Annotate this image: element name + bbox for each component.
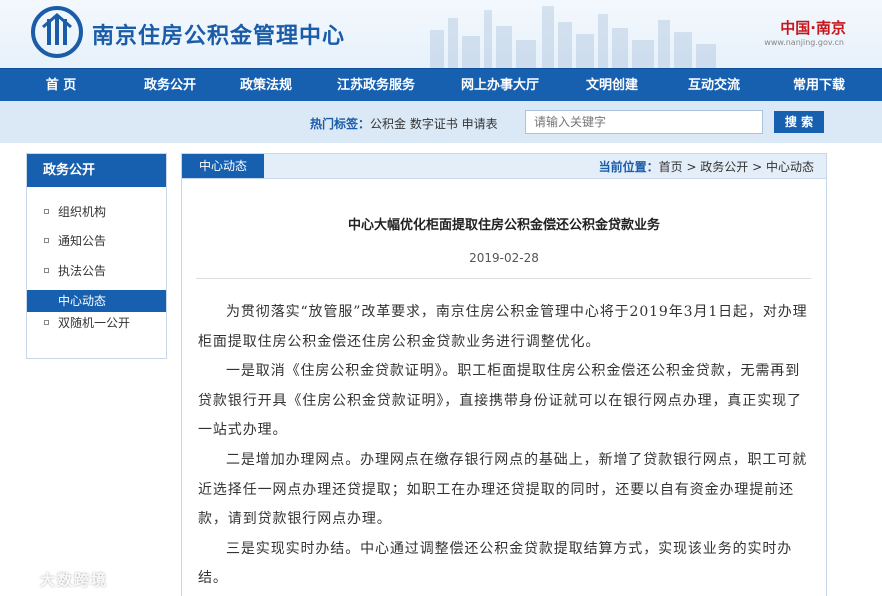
nav-item-online-hall[interactable]: 网上办事大厅 (438, 69, 562, 102)
sidebar-item-center-news[interactable]: 中心动态 (27, 290, 166, 312)
sidebar-item-label: 执法公告 (58, 264, 107, 278)
site-title: 南京住房公积金管理中心 (92, 24, 346, 49)
main-nav: 首 页 政务公开 政策法规 江苏政务服务 网上办事大厅 文明创建 互动交流 常用… (0, 68, 882, 102)
nav-item-interaction[interactable]: 互动交流 (662, 69, 766, 102)
sidebar-item-notices[interactable]: 通知公告 (27, 230, 166, 252)
hot-tags-label: 热门标签： (310, 117, 371, 131)
city-url: www.nanjing.gov.cn (764, 38, 844, 47)
sidebar-item-label: 通知公告 (58, 234, 107, 248)
sidebar-title: 政务公开 (27, 154, 166, 187)
sidebar-item-label: 组织机构 (58, 205, 107, 219)
hot-tags-links[interactable]: 公积金 数字证书 申请表 (370, 115, 498, 132)
sidebar-item-random-inspection[interactable]: 双随机一公开 (27, 312, 166, 334)
article-paragraph: 为贯彻落实“放管服”改革要求，南京住房公积金管理中心将于2019年3月1日起，对… (198, 304, 808, 350)
site-header: 南京住房公积金管理中心 中国·南京 www.nanjing.gov.cn (0, 0, 882, 68)
bullet-icon (44, 268, 49, 273)
breadcrumb-links[interactable]: 首页 > 政务公开 > 中心动态 (659, 160, 814, 174)
sidebar-item-label: 双随机一公开 (58, 316, 131, 330)
tab-center-news[interactable]: 中心动态 (182, 154, 264, 178)
search-bar: 热门标签： 公积金 数字证书 申请表 搜 索 (0, 101, 882, 143)
main-content: 中心动态 当前位置：首页 > 政务公开 > 中心动态 中心大幅优化柜面提取住房公… (181, 153, 827, 596)
sidebar: 政务公开 组织机构 通知公告 执法公告 中心动态 双随机一公开 (26, 153, 167, 359)
divider (196, 278, 811, 279)
breadcrumb-label: 当前位置： (598, 160, 659, 174)
article-date: 2019-02-28 (469, 251, 539, 265)
city-brand-logo[interactable]: 中国·南京 (780, 17, 846, 38)
bullet-icon (44, 320, 49, 325)
site-logo[interactable] (30, 5, 84, 59)
article-body: 为贯彻落实“放管服”改革要求，南京住房公积金管理中心将于2019年3月1日起，对… (198, 298, 812, 594)
nav-item-policies[interactable]: 政策法规 (218, 69, 314, 102)
nav-item-jiangsu-services[interactable]: 江苏政务服务 (314, 69, 438, 102)
sidebar-item-organization[interactable]: 组织机构 (27, 201, 166, 223)
nav-item-downloads[interactable]: 常用下载 (766, 69, 872, 102)
bullet-icon (44, 209, 49, 214)
content-header: 中心动态 当前位置：首页 > 政务公开 > 中心动态 (182, 154, 826, 179)
nav-item-home[interactable]: 首 页 (0, 69, 122, 102)
nav-item-government-affairs[interactable]: 政务公开 (122, 69, 218, 102)
bullet-icon (44, 238, 49, 243)
search-input[interactable] (525, 110, 763, 134)
city-skyline-decoration (430, 6, 716, 68)
article-paragraph: 三是实现实时办结。中心通过调整偿还公积金贷款提取结算方式，实现该业务的实时办结。 (198, 540, 793, 587)
breadcrumb: 当前位置：首页 > 政务公开 > 中心动态 (599, 158, 814, 175)
article-title: 中心大幅优化柜面提取住房公积金偿还公积金贷款业务 (347, 218, 660, 233)
article-paragraph: 一是取消《住房公积金贷款证明》。职工柜面提取住房公积金偿还公积金贷款，无需再到贷… (198, 363, 802, 439)
search-button[interactable]: 搜 索 (774, 111, 824, 133)
article-paragraph: 二是增加办理网点。办理网点在缴存银行网点的基础上，新增了贷款银行网点，职工可就近… (198, 451, 808, 528)
nav-item-civilization[interactable]: 文明创建 (562, 69, 662, 102)
sidebar-item-enforcement[interactable]: 执法公告 (27, 260, 166, 282)
watermark-text: 大数跨境 (40, 571, 109, 589)
sidebar-item-label: 中心动态 (58, 294, 107, 308)
